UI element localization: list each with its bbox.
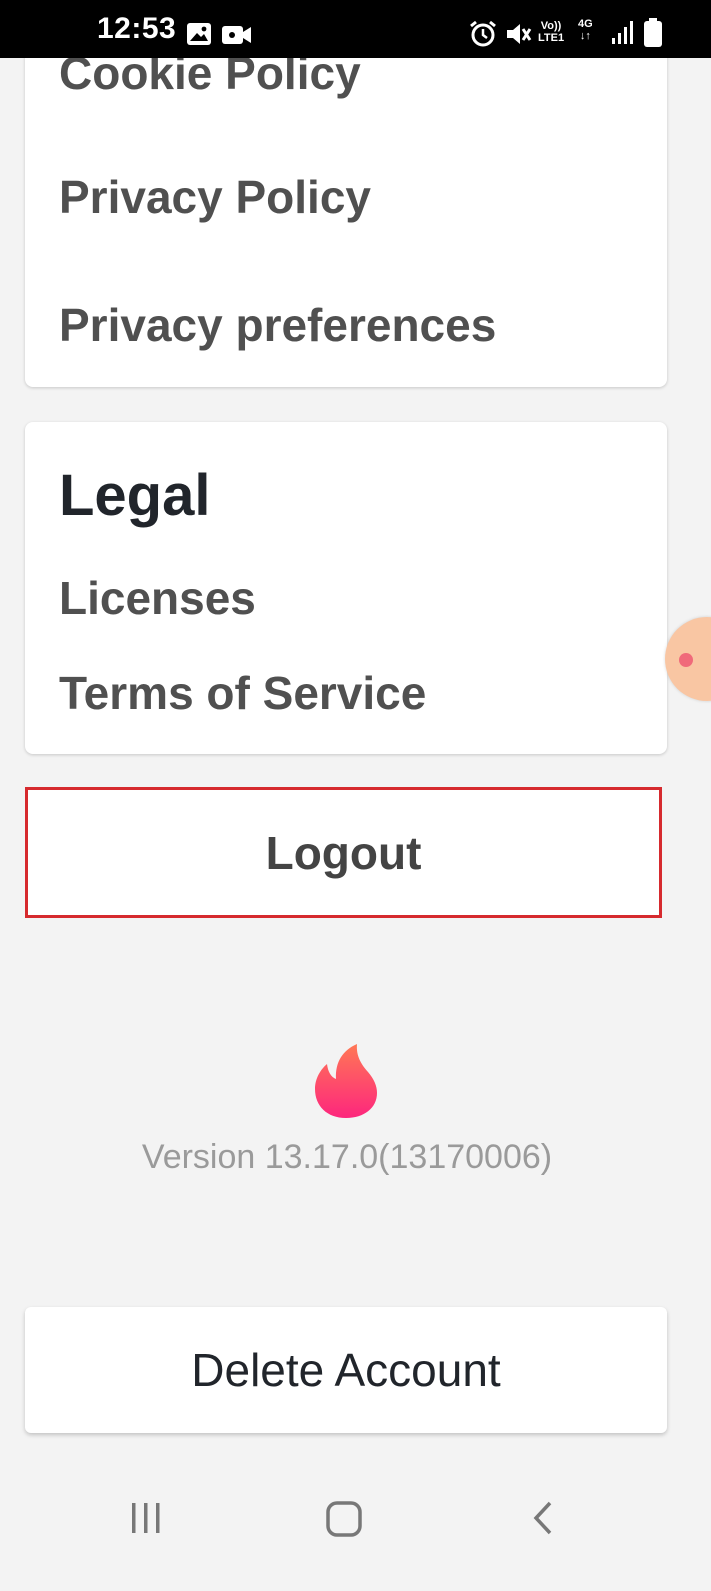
privacy-card: Cookie Policy Privacy Policy Privacy pre… xyxy=(25,20,667,387)
status-time: 12:53 xyxy=(97,12,177,45)
app-version-text: Version 13.17.0(13170006) xyxy=(141,1138,553,1176)
bubble-dot xyxy=(679,653,693,667)
home-icon[interactable] xyxy=(325,1500,363,1538)
legal-heading: Legal xyxy=(59,463,211,528)
settings-screen: 12:53 Vo)) LTE1 4G ↓↑ Cookie Policy Priv… xyxy=(0,0,711,1591)
status-bar: 12:53 Vo)) LTE1 4G ↓↑ xyxy=(0,0,711,58)
back-icon[interactable] xyxy=(530,1500,556,1536)
volte-text: Vo)) xyxy=(540,20,562,32)
data-arrows-icon: ↓↑ xyxy=(579,30,591,42)
signal-icon xyxy=(612,21,633,44)
legal-card: Legal Licenses Terms of Service xyxy=(25,422,667,754)
volte-label: Vo)) LTE1 xyxy=(538,20,564,44)
logout-button[interactable]: Logout xyxy=(25,787,662,918)
gallery-icon xyxy=(187,23,211,45)
mute-icon xyxy=(507,24,532,44)
delete-account-button[interactable]: Delete Account xyxy=(25,1307,667,1433)
recent-apps-icon[interactable] xyxy=(128,1500,164,1536)
privacy-preferences-link[interactable]: Privacy preferences xyxy=(59,302,496,348)
lte-text: LTE1 xyxy=(538,32,565,44)
licenses-link[interactable]: Licenses xyxy=(59,575,256,621)
system-navigation-bar xyxy=(0,1470,711,1591)
privacy-policy-link[interactable]: Privacy Policy xyxy=(59,174,371,220)
battery-icon xyxy=(644,18,662,47)
network-gen-text: 4G xyxy=(578,18,593,30)
floating-assistant-bubble[interactable] xyxy=(665,617,711,701)
terms-of-service-link[interactable]: Terms of Service xyxy=(59,670,426,716)
alarm-icon xyxy=(470,20,496,47)
network-gen-label: 4G ↓↑ xyxy=(578,18,593,42)
flame-icon xyxy=(315,1044,377,1118)
video-camera-icon xyxy=(222,26,251,44)
